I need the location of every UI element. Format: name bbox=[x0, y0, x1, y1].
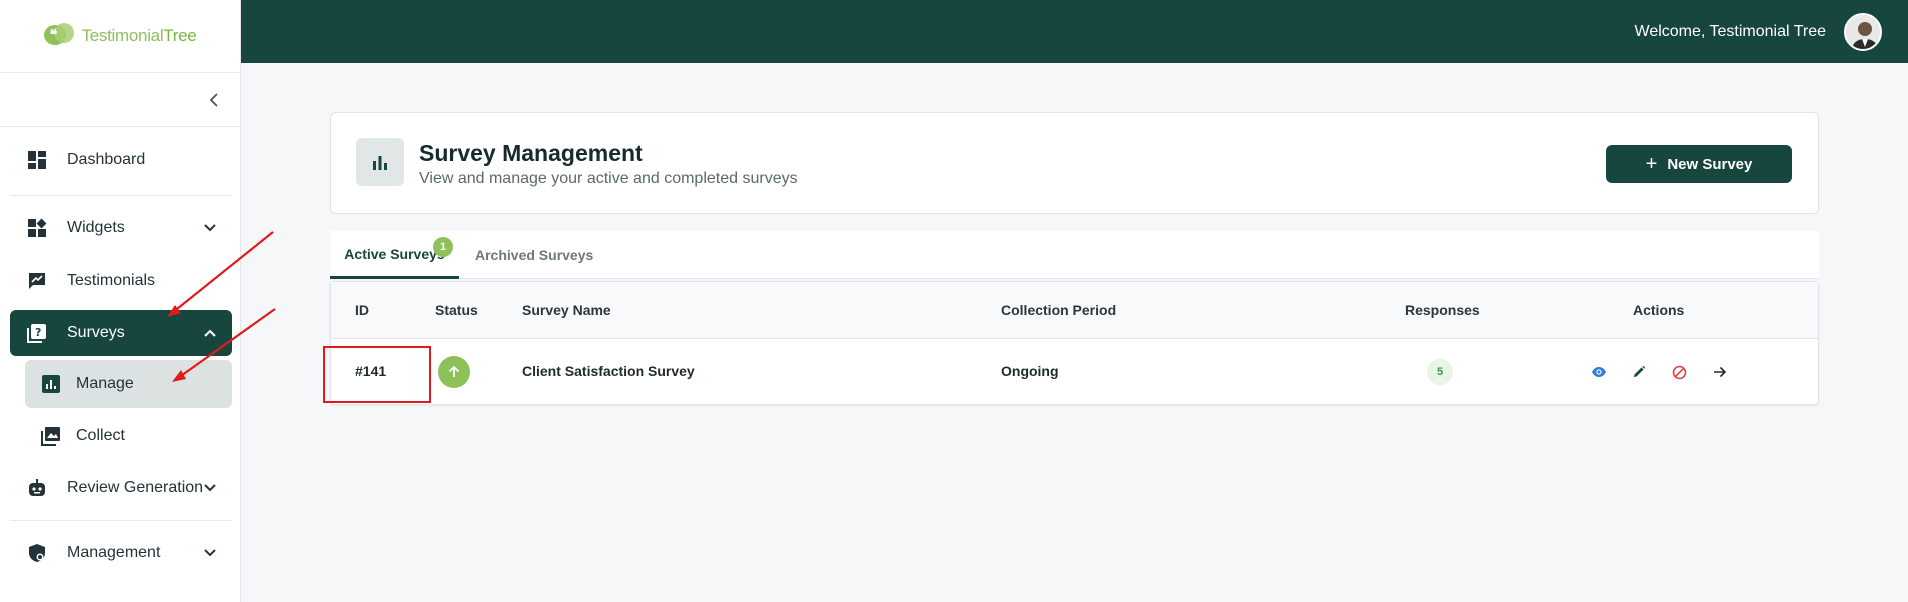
sidebar-item-management[interactable]: Management bbox=[10, 530, 232, 576]
archive-block-icon[interactable] bbox=[1669, 362, 1689, 382]
sidebar-subitem-collect[interactable]: Collect bbox=[25, 412, 232, 460]
surveys-table: ID Status Survey Name Collection Period … bbox=[330, 281, 1819, 405]
annotation-highlight-box bbox=[323, 346, 431, 403]
collapse-sidebar-button[interactable] bbox=[0, 73, 240, 127]
sidebar-item-label: Surveys bbox=[67, 324, 125, 341]
sidebar-item-label: Management bbox=[67, 544, 161, 561]
chevron-down-icon[interactable] bbox=[200, 543, 220, 563]
chevron-up-icon[interactable] bbox=[200, 323, 220, 343]
sidebar-item-review-generation[interactable]: Review Generation bbox=[10, 465, 232, 511]
dashboard-icon bbox=[26, 149, 48, 171]
logo-text: TestimonialTree bbox=[81, 26, 197, 45]
manage-icon bbox=[41, 374, 61, 394]
status-active-icon bbox=[438, 356, 470, 388]
new-survey-label: New Survey bbox=[1667, 155, 1753, 173]
shield-icon bbox=[26, 542, 48, 564]
column-header-collection-period: Collection Period bbox=[1001, 302, 1117, 318]
sidebar-item-widgets[interactable]: Widgets bbox=[10, 205, 232, 251]
column-header-status: Status bbox=[435, 302, 478, 318]
sidebar-subitem-manage[interactable]: Manage bbox=[25, 360, 232, 408]
widgets-icon bbox=[26, 217, 48, 239]
column-header-survey-name: Survey Name bbox=[522, 302, 611, 318]
chevron-down-icon[interactable] bbox=[200, 478, 220, 498]
collection-period: Ongoing bbox=[1001, 363, 1059, 379]
sidebar-divider bbox=[10, 195, 232, 196]
survey-name[interactable]: Client Satisfaction Survey bbox=[522, 363, 695, 379]
plus-icon: + bbox=[1645, 153, 1658, 175]
page-subtitle: View and manage your active and complete… bbox=[419, 170, 798, 187]
sidebar-item-label: Widgets bbox=[67, 219, 125, 236]
tab-label: Archived Surveys bbox=[475, 247, 594, 263]
edit-pencil-icon[interactable] bbox=[1629, 362, 1649, 382]
testimonials-icon bbox=[26, 270, 48, 292]
sidebar-item-label: Dashboard bbox=[67, 151, 146, 168]
chevron-left-icon bbox=[209, 92, 218, 107]
sidebar: ❝ TestimonialTree Dashboard Widgets Test… bbox=[0, 0, 241, 602]
sidebar-item-label: Manage bbox=[76, 375, 134, 392]
arrow-right-icon[interactable] bbox=[1710, 362, 1730, 382]
welcome-text: Welcome, Testimonial Tree bbox=[1634, 22, 1826, 40]
top-bar: Welcome, Testimonial Tree bbox=[241, 0, 1908, 63]
sidebar-item-label: Collect bbox=[76, 427, 125, 444]
sidebar-item-dashboard[interactable]: Dashboard bbox=[10, 137, 232, 183]
collect-icon bbox=[41, 426, 61, 446]
count-badge: 1 bbox=[433, 237, 453, 257]
tab-active-surveys[interactable]: Active Surveys 1 bbox=[330, 231, 459, 279]
robot-icon bbox=[26, 477, 48, 499]
new-survey-button[interactable]: + New Survey bbox=[1606, 145, 1792, 183]
table-header: ID Status Survey Name Collection Period … bbox=[331, 282, 1818, 339]
sidebar-item-label: Review Generation bbox=[67, 479, 204, 496]
svg-text:?: ? bbox=[35, 326, 41, 339]
column-header-actions: Actions bbox=[1633, 302, 1685, 318]
tab-label: Active Surveys bbox=[344, 245, 445, 262]
tab-archived-surveys[interactable]: Archived Surveys bbox=[475, 231, 593, 279]
bar-chart-icon bbox=[356, 138, 404, 186]
logo-mark-icon: ❝ bbox=[43, 23, 76, 49]
sidebar-item-testimonials[interactable]: Testimonials bbox=[10, 258, 232, 304]
sidebar-divider bbox=[10, 520, 232, 521]
chevron-down-icon[interactable] bbox=[200, 218, 220, 238]
column-header-id: ID bbox=[355, 302, 369, 318]
page-title: Survey Management bbox=[419, 140, 643, 166]
surveys-icon: ? bbox=[26, 322, 48, 344]
responses-count-badge[interactable]: 5 bbox=[1427, 359, 1453, 385]
logo[interactable]: ❝ TestimonialTree bbox=[0, 0, 240, 73]
column-header-responses: Responses bbox=[1405, 302, 1480, 318]
survey-tabs: Active Surveys 1 Archived Surveys bbox=[330, 231, 1819, 279]
sidebar-item-label: Testimonials bbox=[67, 272, 156, 289]
page-header-card: Survey Management View and manage your a… bbox=[330, 112, 1819, 214]
eye-icon[interactable] bbox=[1589, 362, 1609, 382]
avatar[interactable] bbox=[1844, 12, 1882, 51]
sidebar-item-surveys[interactable]: ? Surveys bbox=[10, 310, 232, 356]
